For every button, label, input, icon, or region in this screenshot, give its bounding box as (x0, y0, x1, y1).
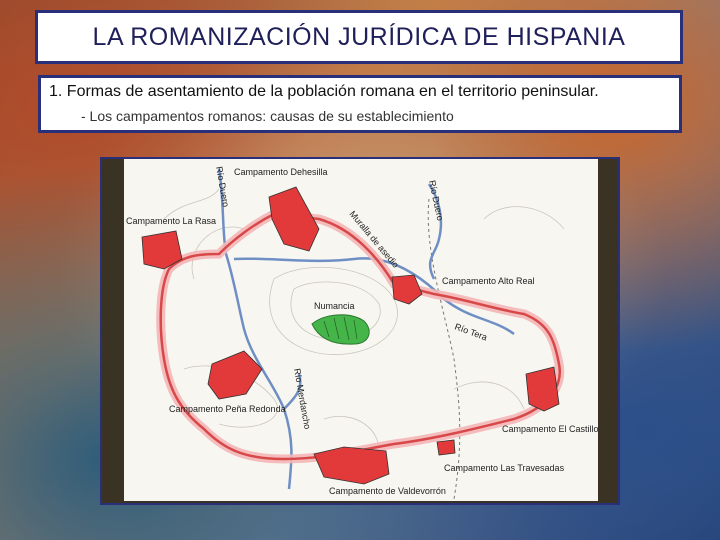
camp-valdevorron (313, 446, 390, 485)
label-rio-tera: Río Tera (453, 321, 488, 342)
label-alto-real: Campamento Alto Real (442, 276, 535, 286)
map-drawing: Campamento Dehesilla Campamento La Rasa … (126, 166, 599, 500)
point-heading: 1. Formas de asentamiento de la població… (49, 83, 599, 100)
slide-title-box: LA ROMANIZACIÓN JURÍDICA DE HISPANIA (35, 10, 683, 64)
numancia-site (311, 314, 370, 345)
label-rio-merdancho: Río Merdancho (292, 368, 313, 430)
content-box: 1. Formas de asentamiento de la població… (38, 75, 682, 133)
label-dehesilla: Campamento Dehesilla (234, 167, 328, 177)
camp-dehesilla (268, 186, 320, 252)
subpoint-text: - Los campamentos romanos: causas de su … (81, 108, 454, 124)
slide-title: LA ROMANIZACIÓN JURÍDICA DE HISPANIA (92, 22, 626, 51)
map-image-frame: Campamento Dehesilla Campamento La Rasa … (100, 157, 620, 505)
siege-map: Campamento Dehesilla Campamento La Rasa … (124, 159, 599, 501)
label-valdevorron: Campamento de Valdevorrón (329, 486, 446, 496)
label-numancia: Numancia (314, 301, 355, 311)
label-travesadas: Campamento Las Travesadas (444, 463, 565, 473)
camp-alto-real (391, 274, 423, 305)
camp-las-travesadas (436, 439, 456, 456)
camp-pena-redonda (207, 350, 263, 400)
label-el-castillo: Campamento El Castillo (502, 424, 598, 434)
label-rio-duero-1: Río Duero (214, 166, 231, 208)
label-pena-redonda: Campamento Peña Redonda (169, 404, 286, 414)
label-rio-duero-2: Río Duero (427, 179, 445, 221)
camp-el-castillo (525, 366, 560, 412)
label-la-rasa: Campamento La Rasa (126, 216, 216, 226)
